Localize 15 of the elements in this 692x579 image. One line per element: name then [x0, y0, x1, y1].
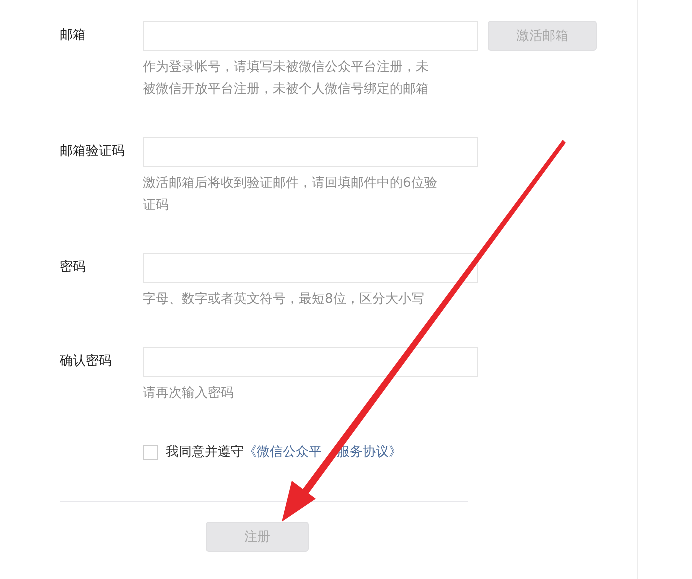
field-label: 确认密码 — [60, 353, 113, 371]
input-field[interactable] — [143, 21, 478, 51]
agreement-checkbox[interactable] — [143, 444, 158, 460]
input-field[interactable] — [143, 253, 478, 283]
field-hint: 激活邮箱后将收到验证邮件，请回填邮件中的6位验证码 — [143, 175, 438, 215]
field-hint: 字母、数字或者英文符号，最短8位，区分大小写 — [143, 291, 426, 309]
field-label: 邮箱 — [60, 27, 87, 45]
field-label: 密码 — [60, 259, 87, 277]
field-hint: 作为登录帐号，请填写未被微信公众平台注册，未被微信开放平台注册，未被个人微信号绑定的邮箱 — [143, 59, 430, 99]
field-label: 邮箱验证码 — [60, 143, 126, 161]
input-field[interactable] — [143, 347, 478, 377]
agreement-link[interactable]: 《微信公众平 — [244, 443, 322, 461]
input-field[interactable] — [143, 137, 478, 167]
agreement-text: 我同意并遵守 — [166, 444, 244, 461]
field-hint: 请再次输入密码 — [143, 385, 235, 403]
